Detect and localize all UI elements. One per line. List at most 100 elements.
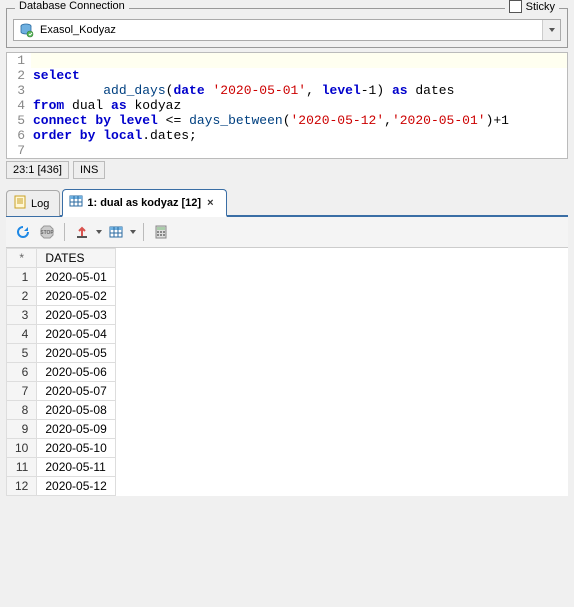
log-icon [13, 195, 27, 212]
code-line[interactable]: 3 add_days(date '2020-05-01', level-1) a… [7, 83, 567, 98]
calculator-icon [153, 224, 169, 240]
grid-cell[interactable]: 2020-05-10 [37, 439, 115, 458]
export-button[interactable] [71, 221, 93, 243]
row-number[interactable]: 7 [7, 382, 37, 401]
sql-editor[interactable]: 12select3 add_days(date '2020-05-01', le… [6, 52, 568, 159]
code-line[interactable]: 2select [7, 68, 567, 83]
grid-cell[interactable]: 2020-05-08 [37, 401, 115, 420]
table-row[interactable]: 102020-05-10 [7, 439, 116, 458]
sticky-option[interactable]: Sticky [505, 0, 559, 13]
refresh-icon [15, 224, 31, 240]
row-number[interactable]: 12 [7, 477, 37, 496]
row-number[interactable]: 11 [7, 458, 37, 477]
row-number[interactable]: 2 [7, 287, 37, 306]
database-connection-group: Database Connection Sticky Exasol_Kodyaz [6, 8, 568, 48]
export-dropdown[interactable] [95, 229, 103, 235]
code-line[interactable]: 1 [7, 53, 567, 68]
result-toolbar: STOP [6, 217, 568, 248]
table-row[interactable]: 112020-05-11 [7, 458, 116, 477]
table-row[interactable]: 82020-05-08 [7, 401, 116, 420]
tab-result-label: 1: dual as kodyaz [12] [87, 197, 201, 209]
code-text[interactable]: connect by level <= days_between('2020-0… [31, 113, 567, 128]
sticky-label: Sticky [526, 1, 555, 13]
grid-cell[interactable]: 2020-05-09 [37, 420, 115, 439]
row-number[interactable]: 4 [7, 325, 37, 344]
line-number: 2 [7, 68, 31, 83]
table-row[interactable]: 62020-05-06 [7, 363, 116, 382]
row-number[interactable]: 5 [7, 344, 37, 363]
column-header[interactable]: DATES [37, 249, 115, 268]
line-number: 5 [7, 113, 31, 128]
result-grid[interactable]: *DATES12020-05-0122020-05-0232020-05-034… [6, 248, 568, 496]
cursor-position: 23:1 [436] [6, 161, 69, 179]
code-text[interactable]: from dual as kodyaz [31, 98, 567, 113]
grid-cell[interactable]: 2020-05-11 [37, 458, 115, 477]
chevron-down-icon [130, 229, 136, 235]
tab-close-button[interactable]: × [205, 197, 215, 209]
groupbox-title: Database Connection [15, 0, 129, 12]
stop-button[interactable]: STOP [36, 221, 58, 243]
table-row[interactable]: 32020-05-03 [7, 306, 116, 325]
toolbar-separator [64, 223, 65, 241]
line-number: 3 [7, 83, 31, 98]
row-number[interactable]: 1 [7, 268, 37, 287]
code-line[interactable]: 6order by local.dates; [7, 128, 567, 143]
grid-view-dropdown[interactable] [129, 229, 137, 235]
sticky-checkbox[interactable] [509, 0, 522, 13]
svg-text:STOP: STOP [40, 230, 54, 236]
insert-mode: INS [73, 161, 105, 179]
table-row[interactable]: 22020-05-02 [7, 287, 116, 306]
stop-icon: STOP [39, 224, 55, 240]
row-number[interactable]: 6 [7, 363, 37, 382]
chevron-down-icon [96, 229, 102, 235]
code-text[interactable]: add_days(date '2020-05-01', level-1) as … [31, 83, 567, 98]
grid-cell[interactable]: 2020-05-12 [37, 477, 115, 496]
line-number: 6 [7, 128, 31, 143]
grid-icon [108, 224, 124, 240]
tab-log-label: Log [31, 198, 49, 210]
export-up-icon [74, 224, 90, 240]
table-icon [69, 194, 83, 211]
row-number[interactable]: 3 [7, 306, 37, 325]
line-number: 7 [7, 143, 31, 158]
code-text[interactable] [31, 143, 567, 158]
line-number: 4 [7, 98, 31, 113]
grid-cell[interactable]: 2020-05-01 [37, 268, 115, 287]
row-number[interactable]: 10 [7, 439, 37, 458]
code-text[interactable]: select [31, 68, 567, 83]
refresh-button[interactable] [12, 221, 34, 243]
tab-result[interactable]: 1: dual as kodyaz [12] × [62, 189, 226, 217]
grid-cell[interactable]: 2020-05-02 [37, 287, 115, 306]
table-row[interactable]: 42020-05-04 [7, 325, 116, 344]
code-text[interactable]: order by local.dates; [31, 128, 567, 143]
row-number[interactable]: 8 [7, 401, 37, 420]
grid-view-button[interactable] [105, 221, 127, 243]
code-text[interactable] [31, 53, 567, 68]
grid-cell[interactable]: 2020-05-05 [37, 344, 115, 363]
tab-log[interactable]: Log [6, 190, 60, 216]
chevron-down-icon [548, 26, 556, 34]
connection-dropdown[interactable]: Exasol_Kodyaz [13, 19, 561, 41]
code-line[interactable]: 4from dual as kodyaz [7, 98, 567, 113]
grid-cell[interactable]: 2020-05-04 [37, 325, 115, 344]
dropdown-toggle-button[interactable] [542, 20, 560, 40]
grid-cell[interactable]: 2020-05-07 [37, 382, 115, 401]
row-number[interactable]: 9 [7, 420, 37, 439]
table-row[interactable]: 72020-05-07 [7, 382, 116, 401]
code-line[interactable]: 7 [7, 143, 567, 158]
table-row[interactable]: 92020-05-09 [7, 420, 116, 439]
table-row[interactable]: 122020-05-12 [7, 477, 116, 496]
table-row[interactable]: 52020-05-05 [7, 344, 116, 363]
grid-cell[interactable]: 2020-05-06 [37, 363, 115, 382]
database-icon [18, 22, 34, 38]
toolbar-separator [143, 223, 144, 241]
editor-statusbar: 23:1 [436] INS [6, 159, 568, 181]
code-line[interactable]: 5connect by level <= days_between('2020-… [7, 113, 567, 128]
grid-corner[interactable]: * [7, 249, 37, 268]
result-tabbar: Log 1: dual as kodyaz [12] × [6, 187, 568, 217]
grid-cell[interactable]: 2020-05-03 [37, 306, 115, 325]
table-row[interactable]: 12020-05-01 [7, 268, 116, 287]
connection-selected: Exasol_Kodyaz [38, 24, 542, 36]
calc-button[interactable] [150, 221, 172, 243]
line-number: 1 [7, 53, 31, 68]
